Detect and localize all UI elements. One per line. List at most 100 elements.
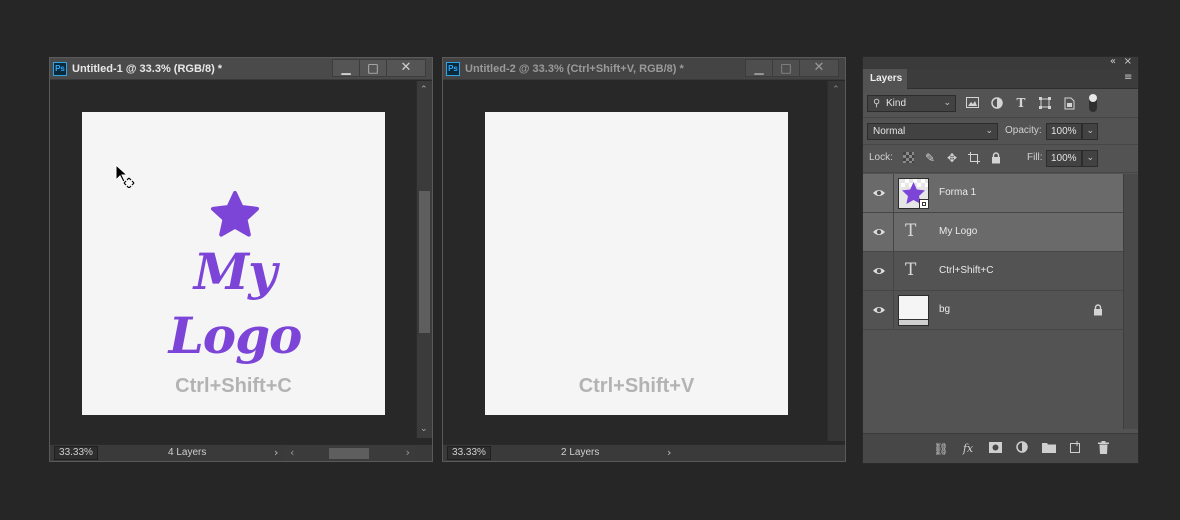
filter-kind-value: Kind [886,98,907,109]
visibility-toggle[interactable] [863,252,894,290]
filter-kind-dropdown[interactable]: ⚲ Kind ⌄ [867,95,956,112]
horizontal-scrollbar[interactable]: ‹ › [285,446,415,461]
lock-position-icon[interactable]: ✥ [945,151,959,165]
maximize-button[interactable]: □ [359,59,387,77]
fill-field[interactable]: 100% [1046,150,1082,167]
opacity-value: 100% [1051,126,1077,137]
close-button[interactable]: ✕ [799,59,839,77]
visibility-toggle[interactable] [863,291,894,329]
minimize-button[interactable]: ▁ [745,59,773,77]
lock-image-pixels-icon[interactable]: ✎ [923,151,937,165]
move-cursor-icon [115,164,135,188]
window-controls: ▁ □ ✕ [745,59,839,78]
document-canvas[interactable]: Ctrl+Shift+V [485,112,788,415]
zoom-level-field[interactable]: 33.33% [54,446,98,460]
panel-tab-row: Layers ≡ [863,69,1138,89]
panel-menu-icon[interactable]: ≡ [1124,73,1134,83]
lock-transparent-pixels-icon[interactable] [901,152,915,166]
panel-header-bar[interactable]: « × [863,55,1138,69]
layer-row-forma-1[interactable]: Forma 1 [863,174,1123,213]
workspace: Ps Untitled-1 @ 33.3% (RGB/8) * ▁ □ ✕ My… [0,0,1180,520]
logo-text: My Logo [168,242,303,365]
maximize-button[interactable]: □ [772,59,800,77]
photoshop-icon: Ps [446,62,460,76]
filter-shape-icon[interactable] [1038,97,1052,111]
layer-row-ctrl-shift-c[interactable]: T Ctrl+Shift+C [863,252,1123,291]
document-titlebar[interactable]: Ps Untitled-2 @ 33.3% (Ctrl+Shift+V, RGB… [443,58,845,80]
scroll-thumb[interactable] [419,191,430,333]
document-canvas[interactable]: My Logo Ctrl+Shift+C [82,112,385,415]
add-mask-icon[interactable] [987,441,1003,457]
layers-panel: « × Layers ≡ ⚲ Kind ⌄ T Normal ⌄ Opacity… [862,56,1139,464]
scroll-up-arrow[interactable]: ⌃ [420,85,428,95]
canvas-area[interactable]: Ctrl+Shift+V [443,81,827,441]
layer-row-bg[interactable]: bg [863,291,1123,330]
link-layers-icon[interactable]: ⛓ [933,441,949,457]
opacity-dropdown[interactable]: ⌄ [1082,123,1098,140]
opacity-field[interactable]: 100% [1046,123,1082,140]
layer-name[interactable]: Forma 1 [939,187,976,198]
scroll-left-arrow[interactable]: ‹ [290,446,294,460]
document-window-untitled-2[interactable]: Ps Untitled-2 @ 33.3% (Ctrl+Shift+V, RGB… [442,57,846,462]
close-button[interactable]: ✕ [386,59,426,77]
layer-row-my-logo[interactable]: T My Logo [863,213,1123,252]
document-titlebar[interactable]: Ps Untitled-1 @ 33.3% (RGB/8) * ▁ □ ✕ [50,58,432,80]
collapse-panel-icon[interactable]: « [1110,55,1116,69]
lock-icon [1093,303,1103,321]
new-adjustment-layer-icon[interactable] [1014,441,1030,457]
filter-type-icon[interactable]: T [1014,96,1028,110]
opacity-label: Opacity: [1005,125,1042,136]
scroll-down-arrow[interactable]: ⌄ [420,424,428,434]
delete-layer-icon[interactable] [1095,441,1111,457]
lock-label: Lock: [869,152,893,163]
filter-adjustment-icon[interactable] [990,97,1004,111]
chevron-down-icon: ⌄ [1086,126,1094,136]
blend-mode-dropdown[interactable]: Normal ⌄ [867,123,998,140]
fill-dropdown[interactable]: ⌄ [1082,150,1098,167]
vertical-scrollbar[interactable]: ⌃ [827,81,845,441]
layers-scrollbar[interactable] [1123,174,1138,429]
scroll-right-arrow[interactable]: › [406,446,410,460]
scroll-up-arrow[interactable]: ⌃ [832,85,840,95]
close-panel-icon[interactable]: × [1124,55,1132,69]
canvas-area[interactable]: My Logo Ctrl+Shift+C [50,81,416,444]
shortcut-label: Ctrl+Shift+V [578,375,695,397]
filter-pixel-icon[interactable] [965,97,979,111]
layer-count: 4 Layers [168,447,207,458]
minimize-button[interactable]: ▁ [332,59,360,77]
filter-row: ⚲ Kind ⌄ T [863,89,1138,118]
layer-thumbnail-bg[interactable] [898,295,929,326]
new-group-icon[interactable] [1041,441,1057,457]
h-scroll-thumb[interactable] [329,448,369,459]
lock-row: Lock: ✎ ✥ Fill: 100% ⌄ [863,145,1138,173]
text-layer-icon[interactable]: T [905,260,916,280]
vertical-scrollbar[interactable]: ⌃ ⌄ [416,81,432,438]
visibility-toggle[interactable] [863,213,894,251]
chevron-down-icon: ⌄ [1086,153,1094,163]
visibility-toggle[interactable] [863,174,894,212]
lock-all-icon[interactable] [989,152,1003,166]
filter-smart-object-icon[interactable] [1062,97,1076,111]
zoom-level-field[interactable]: 33.33% [447,446,491,460]
document-title: Untitled-2 @ 33.3% (Ctrl+Shift+V, RGB/8)… [465,63,684,75]
layer-name[interactable]: Ctrl+Shift+C [939,265,993,276]
document-title: Untitled-1 @ 33.3% (RGB/8) * [72,63,223,75]
layer-style-icon[interactable]: fx [960,441,976,457]
layer-thumbnail-shape[interactable] [898,178,929,209]
lock-artboard-icon[interactable] [967,152,981,166]
eye-icon [873,190,885,196]
shortcut-label: Ctrl+Shift+C [175,375,292,397]
layers-list: Forma 1 T My Logo T Ctrl+Shift+C bg [863,174,1123,330]
document-window-untitled-1[interactable]: Ps Untitled-1 @ 33.3% (RGB/8) * ▁ □ ✕ My… [49,57,433,462]
status-bar: 33.33% 2 Layers › [443,444,845,461]
status-menu-arrow[interactable]: › [667,445,671,460]
toggle-knob [1089,94,1097,102]
new-layer-icon[interactable] [1068,441,1084,457]
filter-toggle-switch[interactable] [1089,94,1097,112]
fill-label: Fill: [1027,152,1043,163]
text-layer-icon[interactable]: T [905,221,916,241]
layer-name[interactable]: My Logo [939,226,977,237]
status-menu-arrow[interactable]: › [274,445,278,460]
layer-name[interactable]: bg [939,304,950,315]
tab-layers[interactable]: Layers [863,69,907,89]
